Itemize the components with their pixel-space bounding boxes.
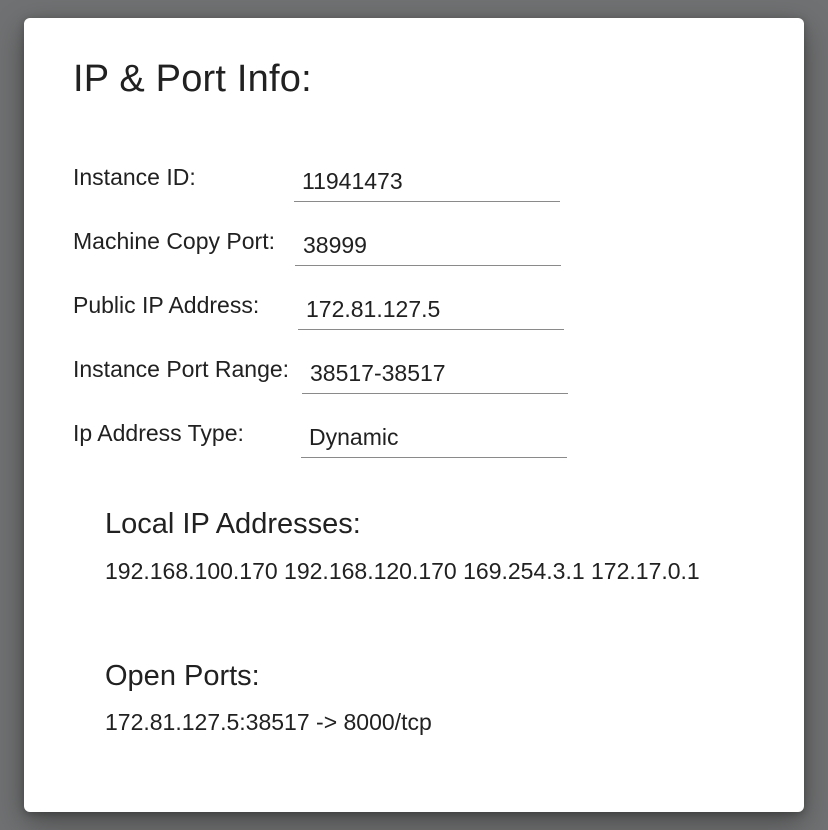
public-ip-address-field[interactable] bbox=[298, 294, 564, 330]
local-ip-addresses-list: 192.168.100.170 192.168.120.170 169.254.… bbox=[105, 558, 700, 584]
ip-port-info-dialog: IP & Port Info: Instance ID: Machine Cop… bbox=[24, 18, 804, 812]
public-ip-address-label: Public IP Address: bbox=[73, 292, 260, 318]
ip-address-type-label: Ip Address Type: bbox=[73, 420, 244, 446]
machine-copy-port-label: Machine Copy Port: bbox=[73, 228, 275, 254]
local-ip-addresses-heading: Local IP Addresses: bbox=[105, 508, 361, 540]
instance-id-label: Instance ID: bbox=[73, 164, 196, 190]
dialog-title: IP & Port Info: bbox=[73, 58, 312, 100]
ip-address-type-field[interactable] bbox=[301, 422, 567, 458]
machine-copy-port-field[interactable] bbox=[295, 230, 561, 266]
instance-port-range-label: Instance Port Range: bbox=[73, 356, 290, 382]
open-ports-list: 172.81.127.5:38517 -> 8000/tcp bbox=[105, 709, 432, 735]
open-ports-heading: Open Ports: bbox=[105, 660, 260, 692]
instance-id-field[interactable] bbox=[294, 166, 560, 202]
instance-port-range-field[interactable] bbox=[302, 358, 568, 394]
